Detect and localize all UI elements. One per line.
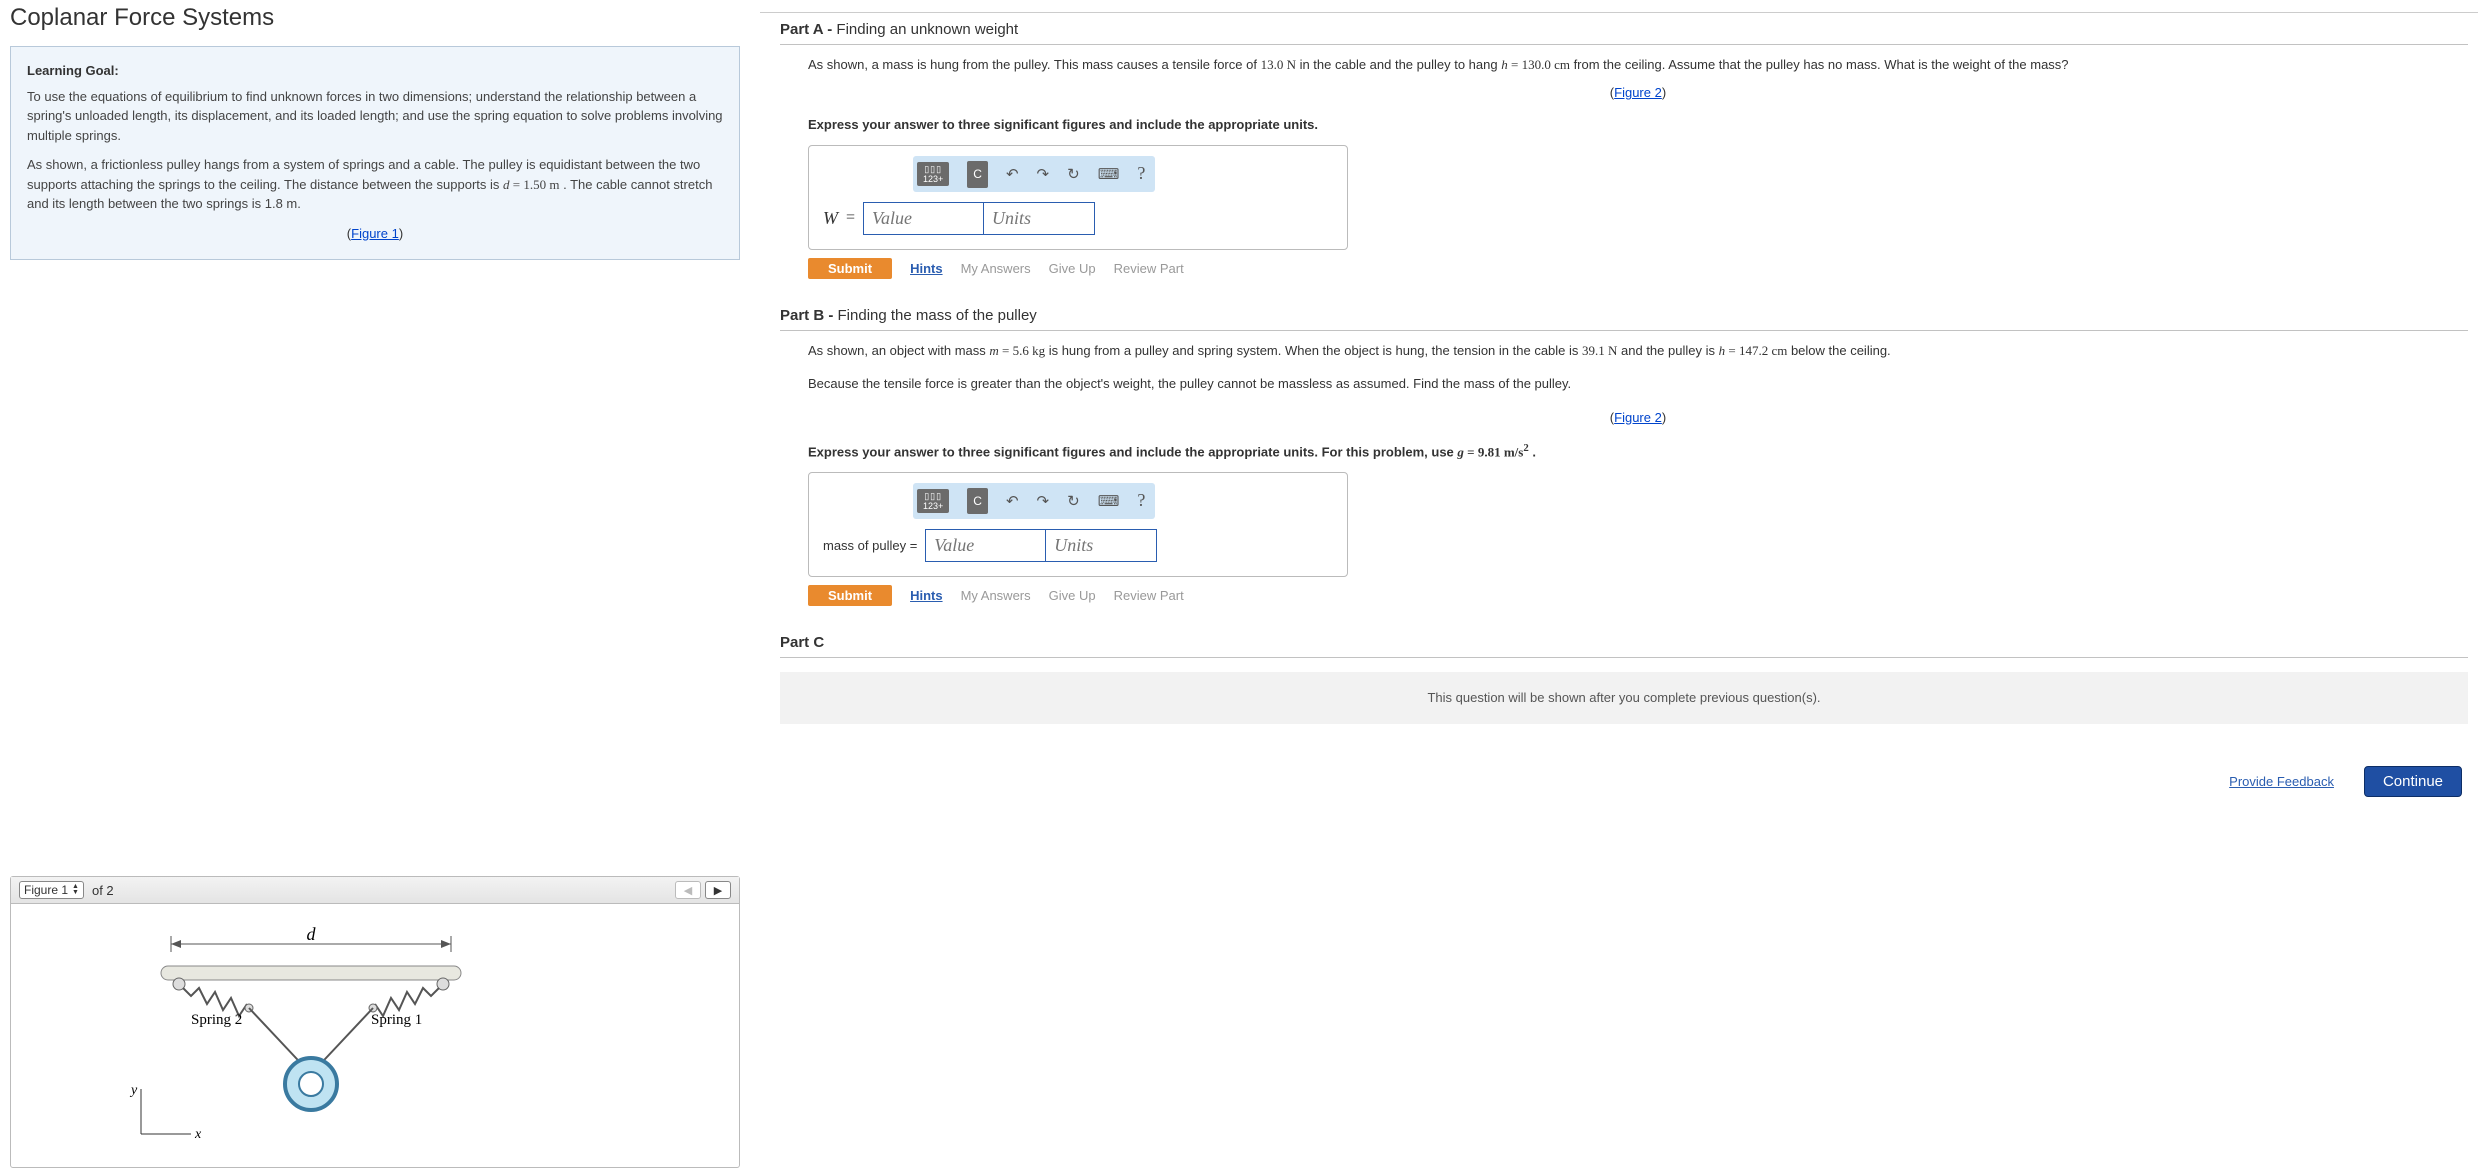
clear-button[interactable]: C [967,488,988,515]
answer-toolbar-b: ▯▯▯ 123+ C ↶ ↷ ↻ ⌨ ? [913,483,1155,519]
part-a-instruction: Express your answer to three significant… [808,115,2468,135]
part-b-hints-link[interactable]: Hints [910,586,943,606]
part-a-answer-box: ▯▯▯ 123+ C ↶ ↷ ↻ ⌨ ? W = [808,145,1348,250]
figure-1-link[interactable]: Figure 1 [351,226,399,241]
part-b-review-link[interactable]: Review Part [1114,586,1184,606]
answer-variable-w: W [823,205,838,233]
redo-icon[interactable]: ↷ [1037,490,1050,513]
reset-icon[interactable]: ↻ [1067,163,1080,186]
learning-goal-text: To use the equations of equilibrium to f… [27,87,723,146]
part-a-units-input[interactable] [984,203,1094,234]
answer-toolbar: ▯▯▯ 123+ C ↶ ↷ ↻ ⌨ ? [913,156,1155,192]
part-a-give-up-link[interactable]: Give Up [1049,259,1096,279]
answer-label-mass: mass of pulley = [823,536,917,556]
reset-icon[interactable]: ↻ [1067,490,1080,513]
part-b-my-answers-link[interactable]: My Answers [961,586,1031,606]
figure-panel: Figure 1 ▲▼ of 2 ◀ ▶ [10,876,740,1168]
figure-1-diagram: d Spring 1 Spri [11,904,739,1167]
undo-icon[interactable]: ↶ [1006,163,1019,186]
learning-goal-box: Learning Goal: To use the equations of e… [10,46,740,260]
part-a-submit-button[interactable]: Submit [808,258,892,279]
part-c-header: Part C [780,626,2468,658]
part-a-my-answers-link[interactable]: My Answers [961,259,1031,279]
part-b-answer-box: ▯▯▯ 123+ C ↶ ↷ ↻ ⌨ ? mass of pulley = [808,472,1348,577]
part-a-hints-link[interactable]: Hints [910,259,943,279]
svg-text:Spring 1: Spring 1 [371,1012,422,1028]
part-b-question-2: Because the tensile force is greater tha… [808,374,2468,394]
figure-toolbar: Figure 1 ▲▼ of 2 ◀ ▶ [11,877,739,904]
part-b-value-input[interactable] [926,530,1046,561]
part-c-locked-message: This question will be shown after you co… [780,672,2468,724]
part-a-actions: Submit Hints My Answers Give Up Review P… [808,258,2468,279]
clear-button[interactable]: C [967,161,988,188]
part-b-submit-button[interactable]: Submit [808,585,892,606]
svg-text:y: y [129,1083,138,1098]
figure-next-button[interactable]: ▶ [705,881,731,899]
part-a-figure-2-link[interactable]: Figure 2 [1614,85,1662,100]
templates-button[interactable]: ▯▯▯ 123+ [917,489,949,513]
footer-row: Provide Feedback Continue [780,762,2468,801]
help-icon[interactable]: ? [1137,160,1145,188]
scenario-text: As shown, a frictionless pulley hangs fr… [27,155,723,214]
part-a-review-link[interactable]: Review Part [1114,259,1184,279]
part-a: Part A - Finding an unknown weight As sh… [780,13,2468,289]
part-c: Part C This question will be shown after… [780,626,2468,752]
figure-prev-button[interactable]: ◀ [675,881,701,899]
part-b-actions: Submit Hints My Answers Give Up Review P… [808,585,2468,606]
redo-icon[interactable]: ↷ [1037,163,1050,186]
keyboard-icon[interactable]: ⌨ [1098,163,1120,186]
page-title: Coplanar Force Systems [10,4,740,32]
templates-button[interactable]: ▯▯▯ 123+ [917,162,949,186]
svg-text:d: d [307,924,317,944]
figure-selector[interactable]: Figure 1 ▲▼ [19,881,84,899]
svg-text:x: x [194,1127,202,1142]
part-b: Part B - Finding the mass of the pulley … [780,299,2468,616]
stepper-icon: ▲▼ [72,884,79,896]
continue-button[interactable]: Continue [2364,766,2462,797]
part-b-figure-2-link[interactable]: Figure 2 [1614,410,1662,425]
part-b-units-input[interactable] [1046,530,1156,561]
part-b-header: Part B - Finding the mass of the pulley [780,299,2468,331]
figure-count: of 2 [92,883,114,898]
part-a-value-input[interactable] [864,203,984,234]
part-a-question: As shown, a mass is hung from the pulley… [808,55,2468,75]
part-a-header: Part A - Finding an unknown weight [780,13,2468,45]
learning-goal-heading: Learning Goal: [27,61,723,81]
part-b-question-1: As shown, an object with mass m = 5.6 kg… [808,341,2468,361]
help-icon[interactable]: ? [1137,487,1145,515]
svg-text:Spring 2: Spring 2 [191,1012,242,1028]
keyboard-icon[interactable]: ⌨ [1098,490,1120,513]
part-b-instruction: Express your answer to three significant… [808,440,2468,462]
part-b-give-up-link[interactable]: Give Up [1049,586,1096,606]
undo-icon[interactable]: ↶ [1006,490,1019,513]
provide-feedback-link[interactable]: Provide Feedback [2229,774,2334,789]
